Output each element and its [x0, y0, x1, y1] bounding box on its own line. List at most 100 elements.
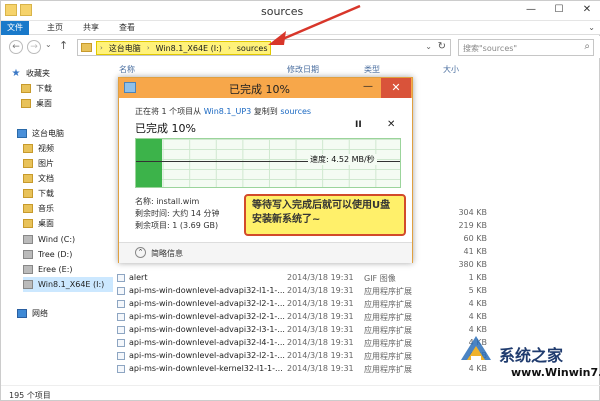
drive-icon — [23, 235, 33, 244]
file-icon — [117, 313, 125, 321]
progress-fill — [136, 139, 163, 187]
folder-icon — [21, 84, 31, 93]
explorer-window: sources — ☐ ✕ 文件 主页 共享 查看 ⌄ ← → ⌄ ↑ › 这台… — [0, 0, 600, 401]
copy-description: 正在将 1 个项目从 Win8.1_UP3 复制到 sources — [135, 107, 312, 116]
refresh-icon[interactable]: ↻ — [438, 41, 446, 52]
recent-locations-icon[interactable]: ⌄ — [45, 40, 52, 49]
file-icon — [117, 352, 125, 360]
quick-access-toolbar — [5, 4, 32, 16]
up-button[interactable]: ↑ — [59, 39, 68, 52]
dropdown-icon[interactable]: ⌄ — [425, 42, 432, 51]
sidebar-item-this-pc[interactable]: 这台电脑 — [17, 126, 129, 141]
drive-icon — [23, 280, 33, 289]
breadcrumb-drive[interactable]: Win8.1_X64E (I:) — [156, 44, 222, 53]
file-row[interactable]: alert 2014/3/18 19:31 GIF 图像 1 KB — [117, 272, 597, 284]
file-size: 60 KB — [463, 234, 487, 243]
watermark: 系统之家 www.Winwin7.com — [453, 324, 600, 386]
column-size[interactable]: 大小 — [443, 64, 459, 75]
dialog-footer: ⌃ 简略信息 — [119, 242, 412, 263]
chevron-up-icon[interactable]: ⌃ — [135, 247, 146, 258]
folder-icon — [23, 174, 33, 183]
chevron-right-icon: › — [227, 44, 231, 52]
cancel-button[interactable]: ✕ — [387, 119, 395, 130]
file-icon — [117, 287, 125, 295]
folder-icon — [23, 189, 33, 198]
forward-button[interactable]: → — [27, 40, 41, 54]
file-size: 219 KB — [458, 221, 487, 230]
close-button[interactable]: ✕ — [381, 78, 411, 98]
items-remaining: 剩余项目: 1 (3.69 GB) — [135, 221, 219, 230]
folder-icon — [81, 43, 92, 52]
column-type[interactable]: 类型 — [364, 64, 380, 75]
file-row[interactable]: api-ms-win-downlevel-advapi32-l2-1-... 2… — [117, 311, 597, 323]
file-icon — [117, 326, 125, 334]
close-button[interactable]: ✕ — [573, 1, 600, 19]
dialog-title: 已完成 10% — [229, 83, 290, 96]
dialog-title-bar: 已完成 10% — ✕ — [119, 78, 412, 98]
chevron-down-icon[interactable]: ⌄ — [588, 23, 595, 32]
file-size: 380 KB — [458, 260, 487, 269]
copy-icon — [124, 82, 136, 93]
arrow-annotation — [268, 4, 361, 45]
site-logo-icon — [461, 336, 491, 364]
instruction-callout: 等待写入完成后就可以使用U盘安装新系统了~ — [244, 194, 406, 236]
tab-view[interactable]: 查看 — [113, 21, 141, 35]
file-row[interactable]: api-ms-win-downlevel-advapi32-l1-1-... 2… — [117, 285, 597, 297]
drive-icon — [23, 250, 33, 259]
arrow-head — [268, 31, 286, 45]
sidebar-item-desktop[interactable]: 桌面 — [21, 96, 133, 111]
sidebar-item-favorites[interactable]: ★ 收藏夹 — [11, 66, 123, 81]
properties-icon[interactable] — [20, 4, 32, 16]
pause-button[interactable]: II — [355, 120, 362, 130]
minimize-button[interactable]: — — [517, 1, 545, 19]
arrow-shaft — [277, 4, 361, 43]
item-count: 195 个项目 — [9, 391, 51, 400]
time-remaining: 剩余时间: 大约 14 分钟 — [135, 209, 220, 218]
source-link[interactable]: Win8.1_UP3 — [204, 107, 252, 116]
watermark-url: www.Winwin7.com — [511, 366, 600, 379]
percent-complete: 已完成 10% — [135, 122, 196, 135]
file-icon — [117, 300, 125, 308]
column-date[interactable]: 修改日期 — [287, 64, 319, 75]
navigation-pane: ★ 收藏夹 下载 桌面 这台电脑 视频 图片 文档 下载 音乐 桌面 Wind (… — [1, 61, 113, 386]
back-button[interactable]: ← — [9, 40, 23, 54]
file-name: 名称: install.wim — [135, 197, 200, 206]
star-icon: ★ — [11, 68, 21, 79]
chevron-right-icon: › — [146, 44, 150, 52]
tab-share[interactable]: 共享 — [77, 21, 105, 35]
breadcrumb-this-pc[interactable]: 这台电脑 — [109, 43, 141, 54]
folder-icon — [23, 219, 33, 228]
folder-icon — [23, 159, 33, 168]
folder-icon — [23, 204, 33, 213]
folder-icon — [21, 99, 31, 108]
search-input[interactable]: 搜索"sources" ⌕ — [458, 39, 594, 56]
window-controls: — ☐ ✕ — [517, 1, 600, 19]
file-icon — [117, 365, 125, 373]
maximize-button[interactable]: ☐ — [545, 1, 573, 19]
file-icon — [117, 274, 125, 282]
sidebar-item-network[interactable]: 网络 — [17, 306, 129, 321]
speed-label: 速度: 4.52 MB/秒 — [308, 154, 377, 165]
network-icon — [17, 309, 27, 318]
breadcrumb: › 这台电脑 › Win8.1_X64E (I:) › sources — [96, 41, 272, 55]
computer-icon — [17, 129, 27, 138]
fewer-details-button[interactable]: 简略信息 — [151, 248, 183, 259]
folder-icon — [23, 144, 33, 153]
file-row[interactable]: api-ms-win-downlevel-advapi32-l2-1-... 2… — [117, 298, 597, 310]
tab-file[interactable]: 文件 — [1, 21, 29, 35]
file-size: 41 KB — [463, 247, 487, 256]
file-size: 304 KB — [458, 208, 487, 217]
minimize-button[interactable]: — — [357, 78, 379, 98]
watermark-brand: 系统之家 — [499, 346, 564, 365]
sidebar-item-downloads[interactable]: 下载 — [21, 81, 133, 96]
status-bar: 195 个项目 — [1, 385, 600, 401]
folder-icon[interactable] — [5, 4, 17, 16]
file-icon — [117, 339, 125, 347]
tab-home[interactable]: 主页 — [41, 21, 69, 35]
destination-link[interactable]: sources — [280, 107, 311, 116]
search-placeholder: 搜索"sources" — [463, 44, 518, 53]
transfer-speed-graph: 速度: 4.52 MB/秒 — [135, 138, 401, 188]
chevron-right-icon: › — [100, 44, 103, 52]
sidebar-item-drive-i[interactable]: Win8.1_X64E (I:) — [23, 277, 113, 292]
search-icon[interactable]: ⌕ — [584, 41, 590, 52]
